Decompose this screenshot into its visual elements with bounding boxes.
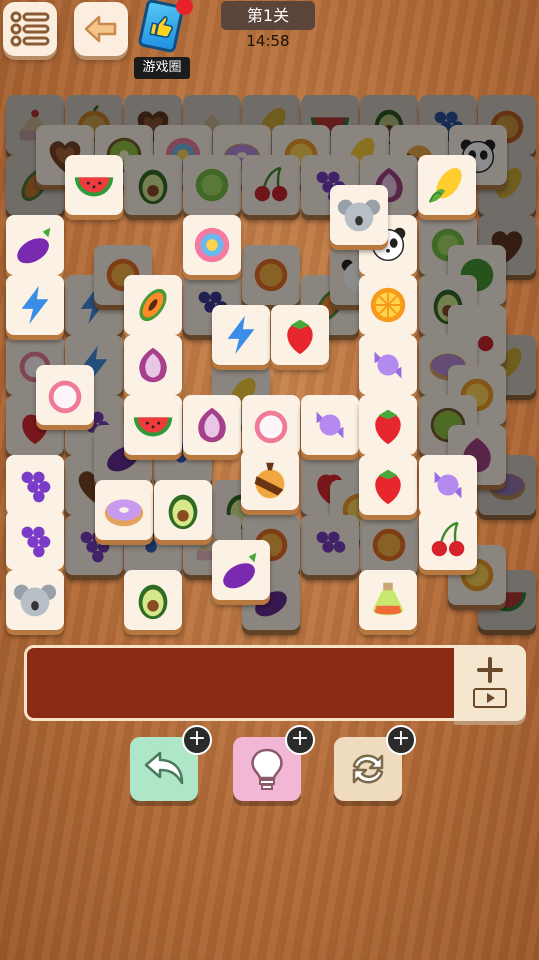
tile-lettuce[interactable] — [183, 155, 241, 215]
tile-eggplant[interactable] — [212, 540, 270, 600]
lightbulb-icon — [251, 748, 283, 790]
tile-avocado[interactable] — [124, 155, 182, 215]
tile-potion[interactable] — [359, 570, 417, 630]
tile-grapes[interactable] — [6, 455, 64, 515]
tile-avocado[interactable] — [154, 480, 212, 540]
shuffle-arrows-icon — [352, 754, 384, 784]
grapes-icon — [21, 471, 51, 503]
donut-icon — [104, 499, 144, 527]
shuffle-plus-icon[interactable]: + — [386, 725, 416, 755]
watermelon-icon — [133, 417, 173, 437]
lightning-icon — [21, 285, 49, 325]
orange-icon — [254, 258, 288, 292]
undo-plus-icon[interactable]: + — [182, 725, 212, 755]
tile-donut[interactable] — [95, 480, 153, 540]
chocolate-icon — [254, 462, 285, 499]
radish-icon — [48, 380, 82, 414]
tile-orange[interactable] — [242, 245, 300, 305]
countdown-timer: 14:58 — [246, 32, 290, 50]
tile-koala[interactable] — [330, 185, 388, 245]
tile-strawberry[interactable] — [359, 455, 417, 515]
back-button[interactable] — [74, 2, 128, 56]
tile-grapes[interactable] — [301, 515, 359, 575]
candy-icon — [374, 351, 402, 379]
tile-strawberry[interactable] — [271, 305, 329, 365]
corn-icon — [428, 167, 462, 203]
tile-onion[interactable] — [124, 335, 182, 395]
tile-lightning[interactable] — [212, 305, 270, 365]
watermelon-icon — [74, 177, 114, 197]
tile-corn[interactable] — [418, 155, 476, 215]
strawberry-icon — [287, 319, 313, 355]
menu-button[interactable] — [3, 2, 57, 56]
radish-icon — [254, 410, 288, 444]
tile-lollipop[interactable] — [183, 215, 241, 275]
lollipop-icon — [194, 227, 230, 263]
arrow-left-icon — [84, 15, 117, 43]
eggplant-icon — [223, 552, 257, 589]
lightning-icon — [227, 315, 255, 355]
level-title: 第1关 — [221, 1, 315, 30]
tile-candy[interactable] — [301, 395, 359, 455]
cherry-icon — [254, 166, 288, 202]
tile-chocolate[interactable] — [241, 450, 299, 510]
grapes-icon — [21, 526, 51, 558]
undo-arrow-icon — [144, 751, 184, 785]
shuffle-button[interactable]: + — [334, 725, 416, 801]
tile-orange[interactable] — [360, 515, 418, 575]
tile-papaya[interactable] — [124, 275, 182, 335]
avocado-icon — [138, 584, 168, 620]
tile-watermelon[interactable] — [65, 155, 123, 215]
tile-koala[interactable] — [6, 570, 64, 630]
tile-orange[interactable] — [359, 275, 417, 335]
tile-avocado[interactable] — [124, 570, 182, 630]
game-circle-button[interactable]: 游戏圈 — [134, 0, 193, 80]
plus-video-icon — [473, 657, 507, 708]
tile-slot-tray — [24, 645, 526, 721]
tile-grapes[interactable] — [6, 510, 64, 570]
koala-icon — [13, 584, 57, 617]
tile-watermelon[interactable] — [124, 395, 182, 455]
list-menu-icon — [10, 11, 50, 47]
cherry-icon — [431, 521, 465, 557]
avocado-icon — [168, 494, 198, 530]
papaya-icon — [139, 288, 167, 322]
game-circle-label: 游戏圈 — [134, 57, 190, 79]
tile-radish[interactable] — [36, 365, 94, 425]
tile-cherry[interactable] — [242, 155, 300, 215]
add-slot-button[interactable] — [454, 645, 526, 721]
lettuce-icon — [195, 168, 229, 202]
eggplant-icon — [17, 227, 51, 264]
tile-cherry[interactable] — [419, 510, 477, 570]
strawberry-icon — [375, 409, 401, 445]
tile-lightning[interactable] — [6, 275, 64, 335]
onion-icon — [198, 407, 226, 443]
orange-icon — [372, 528, 406, 562]
tile-candy[interactable] — [359, 335, 417, 395]
tile-candy[interactable] — [419, 455, 477, 515]
undo-button[interactable]: + — [130, 725, 212, 801]
grapes-icon — [316, 531, 346, 553]
orange-icon — [370, 287, 406, 323]
tile-radish[interactable] — [242, 395, 300, 455]
avocado-icon — [138, 169, 168, 205]
candy-icon — [316, 411, 344, 439]
potion-icon — [372, 582, 404, 616]
notification-dot — [176, 0, 193, 15]
tile-eggplant[interactable] — [6, 215, 64, 275]
candy-icon — [434, 471, 462, 499]
onion-icon — [139, 347, 167, 383]
strawberry-icon — [375, 469, 401, 505]
tile-onion[interactable] — [183, 395, 241, 455]
hint-plus-icon[interactable]: + — [285, 725, 315, 755]
hint-button[interactable]: + — [233, 725, 315, 801]
koala-icon — [337, 199, 381, 232]
tile-strawberry[interactable] — [359, 395, 417, 455]
